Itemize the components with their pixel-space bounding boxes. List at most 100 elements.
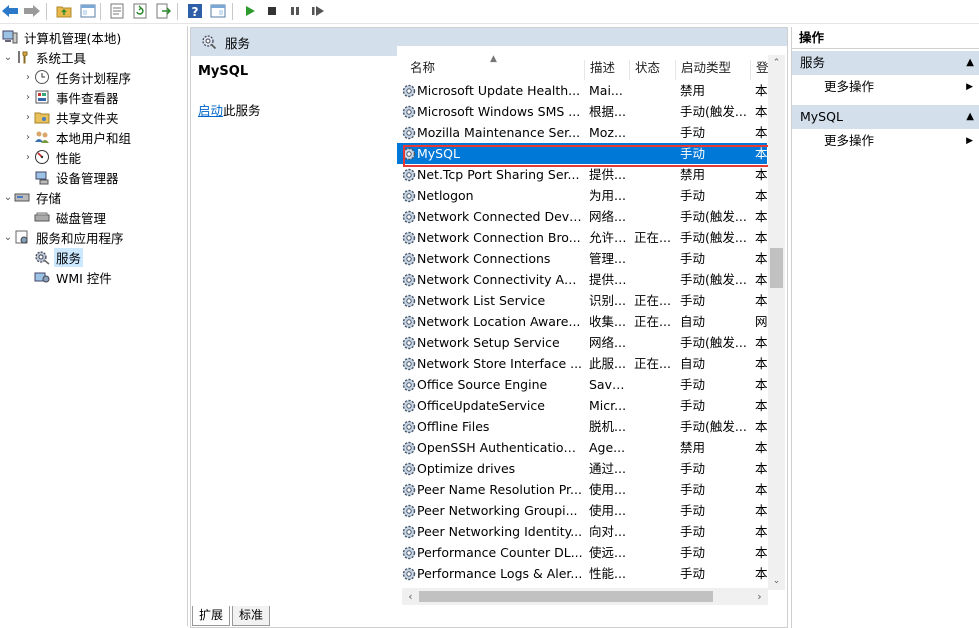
refresh-icon[interactable]: [130, 2, 150, 20]
scroll-right-icon[interactable]: ›: [751, 588, 768, 605]
tree-performance[interactable]: › 性能: [22, 147, 83, 167]
show-action-pane-icon[interactable]: [208, 2, 228, 20]
column-description[interactable]: 描述: [585, 60, 630, 80]
service-row[interactable]: OpenSSH Authentication ... Age... 禁用 本: [397, 437, 768, 458]
service-row[interactable]: Network Connectivity Ass... 提供 ... 手动(触发..…: [397, 269, 768, 290]
service-row[interactable]: Peer Name Resolution Pr... 使用... 手动 本: [397, 479, 768, 500]
tree-device-manager[interactable]: 设备管理器: [22, 167, 121, 187]
expand-icon[interactable]: ›: [22, 112, 34, 123]
tree-label: 存储: [36, 190, 62, 206]
more-actions-mysql[interactable]: 更多操作 ▶: [792, 130, 979, 152]
service-row[interactable]: OfficeUpdateService Micr... 手动 本: [397, 395, 768, 416]
expand-icon[interactable]: ›: [22, 92, 34, 103]
service-name: Offline Files: [417, 419, 490, 434]
service-row[interactable]: Offline Files 脱机... 手动(触发... 本: [397, 416, 768, 437]
forward-icon[interactable]: [22, 2, 42, 20]
vertical-scrollbar[interactable]: ⌃ ⌄: [768, 55, 785, 590]
stop-service-icon[interactable]: [262, 2, 282, 20]
service-description: 收集...: [589, 314, 626, 329]
collapse-icon[interactable]: ⌄: [2, 192, 14, 203]
users-icon: [34, 129, 50, 145]
tree-storage[interactable]: ⌄ 存储: [2, 187, 63, 207]
service-row[interactable]: Performance Counter DL... 使远... 手动 本: [397, 542, 768, 563]
tree-services[interactable]: 服务: [22, 247, 84, 267]
scroll-up-icon[interactable]: ⌃: [768, 55, 785, 72]
service-row[interactable]: Office Source Engine Save... 手动 本: [397, 374, 768, 395]
vertical-scroll-thumb[interactable]: [770, 248, 783, 288]
tree-task-scheduler[interactable]: › 任务计划程序: [22, 67, 133, 87]
service-name: Network Connections: [417, 251, 551, 266]
service-row[interactable]: Network Connections 管理... 手动 本: [397, 248, 768, 269]
actions-section-services[interactable]: 服务 ▲: [792, 51, 979, 75]
export-list-icon[interactable]: [153, 2, 173, 20]
expand-icon[interactable]: ›: [22, 152, 34, 163]
column-name[interactable]: 名称: [405, 60, 585, 80]
up-folder-icon[interactable]: [54, 2, 74, 20]
service-logon: 本: [755, 419, 768, 434]
help-icon[interactable]: ?: [185, 2, 205, 20]
tab-standard[interactable]: 标准: [232, 606, 271, 626]
service-detail-action: 启动此服务: [198, 100, 261, 119]
service-gear-icon: [401, 251, 417, 267]
start-service-link[interactable]: 启动: [198, 103, 223, 118]
service-status: 正在...: [634, 293, 671, 308]
resume-service-icon[interactable]: [308, 2, 328, 20]
tree-disk-management[interactable]: 磁盘管理: [22, 207, 108, 227]
back-icon[interactable]: [0, 2, 20, 20]
service-row[interactable]: Network Store Interface ... 此服... 正在... 自动 本: [397, 353, 768, 374]
service-startup-type: 手动: [680, 524, 706, 539]
tree-shared-folders[interactable]: › 共享文件夹: [22, 107, 121, 127]
service-logon: 本: [755, 377, 768, 392]
service-logon: 本: [755, 167, 768, 182]
collapse-icon[interactable]: ⌄: [2, 232, 14, 243]
column-status[interactable]: 状态: [630, 60, 676, 80]
properties-icon[interactable]: [107, 2, 127, 20]
scroll-down-icon[interactable]: ⌄: [768, 573, 785, 590]
service-row[interactable]: Peer Networking Identity... 向对... 手动 本: [397, 521, 768, 542]
service-row[interactable]: Netlogon 为用... 手动 本: [397, 185, 768, 206]
service-row[interactable]: Microsoft Windows SMS ... 根据... 手动(触发... 本: [397, 101, 768, 122]
horizontal-scrollbar[interactable]: ‹ ›: [402, 588, 768, 605]
service-row[interactable]: Optimize drives 通过... 手动 本: [397, 458, 768, 479]
service-row[interactable]: Performance Logs & Aler... 性能... 手动 本: [397, 563, 768, 584]
service-row[interactable]: MySQL 手动 本: [397, 143, 768, 164]
service-gear-icon: [401, 230, 417, 246]
tree-local-users[interactable]: › 本地用户和组: [22, 127, 133, 147]
service-description: Micr...: [589, 398, 627, 413]
collapse-caret-icon[interactable]: ▲: [966, 105, 974, 129]
horizontal-scroll-thumb[interactable]: [419, 591, 713, 602]
service-name: Performance Counter DL...: [417, 545, 583, 560]
actions-section-mysql[interactable]: MySQL ▲: [792, 105, 979, 129]
show-hide-tree-icon[interactable]: [78, 2, 98, 20]
tree-wmi[interactable]: WMI 控件: [22, 267, 114, 287]
service-gear-icon: [401, 188, 417, 204]
collapse-caret-icon[interactable]: ▲: [966, 51, 974, 75]
tree-label: 共享文件夹: [56, 110, 119, 126]
service-row[interactable]: Peer Networking Groupi... 使用... 手动 本: [397, 500, 768, 521]
service-row[interactable]: Network Location Aware... 收集... 正在... 自动 网: [397, 311, 768, 332]
start-service-icon[interactable]: [240, 2, 260, 20]
pause-service-icon[interactable]: [285, 2, 305, 20]
service-row[interactable]: Mozilla Maintenance Ser... Moz... 手动 本: [397, 122, 768, 143]
service-name: Network Store Interface ...: [417, 356, 583, 371]
more-actions-services[interactable]: 更多操作 ▶: [792, 76, 979, 98]
expand-icon[interactable]: ›: [22, 132, 34, 143]
service-row[interactable]: Network Connection Bro... 允许 ... 正在... 手动(触…: [397, 227, 768, 248]
expand-icon[interactable]: ›: [22, 72, 34, 83]
tree-system-tools[interactable]: ⌄ 系统工具: [2, 47, 88, 67]
service-row[interactable]: Network Connected Devi... 网络... 手动(触发... 本: [397, 206, 768, 227]
tree-root[interactable]: 计算机管理(本地): [2, 27, 123, 47]
tools-icon: [14, 49, 30, 65]
collapse-icon[interactable]: ⌄: [2, 52, 14, 63]
service-startup-type: 自动: [680, 356, 706, 371]
scroll-left-icon[interactable]: ‹: [402, 588, 419, 605]
service-row[interactable]: Net.Tcp Port Sharing Ser... 提供... 禁用 本: [397, 164, 768, 185]
tab-extended[interactable]: 扩展: [192, 606, 231, 626]
service-row[interactable]: Network Setup Service 网络... 手动(触发... 本: [397, 332, 768, 353]
tree-services-apps[interactable]: ⌄ 服务和应用程序: [2, 227, 126, 247]
column-startup-type[interactable]: 启动类型: [676, 60, 751, 80]
service-row[interactable]: Microsoft Update Health... Mai... 禁用 本: [397, 80, 768, 101]
tree-event-viewer[interactable]: › 事件查看器: [22, 87, 121, 107]
wmi-icon: [34, 269, 50, 285]
service-row[interactable]: Network List Service 识别... 正在... 手动 本: [397, 290, 768, 311]
